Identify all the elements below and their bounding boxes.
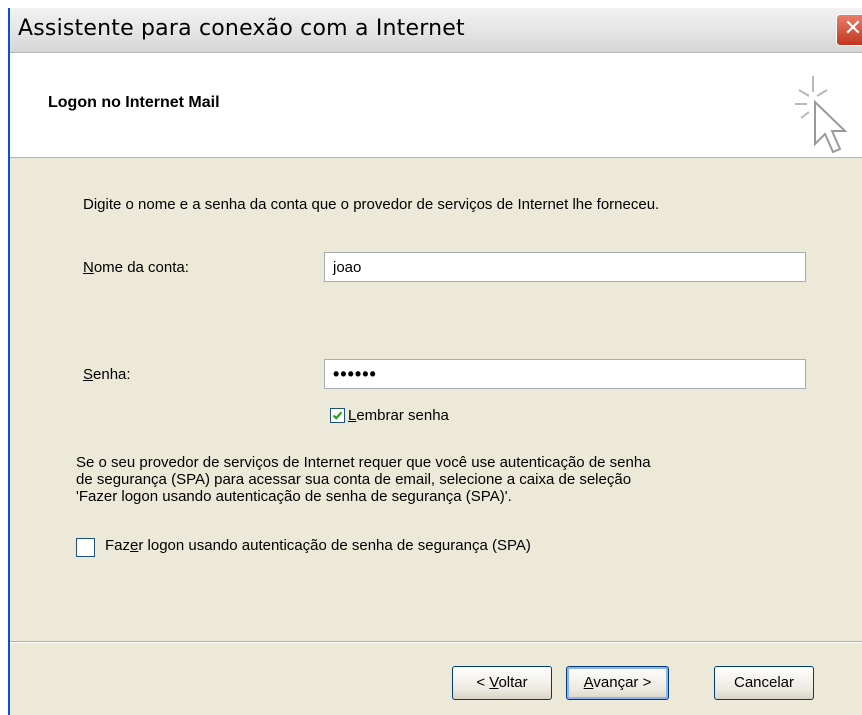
title-bar[interactable]: Assistente para conexão com a Internet ✕	[10, 8, 862, 53]
footer-divider	[10, 641, 862, 643]
page-title: Logon no Internet Mail	[48, 94, 220, 111]
wizard-header: Logon no Internet Mail	[10, 53, 862, 158]
wizard-cursor-icon	[795, 76, 848, 154]
checkmark-icon	[332, 411, 343, 420]
account-name-value: joao	[333, 259, 362, 276]
wizard-window: Assistente para conexão com a Internet ✕…	[8, 8, 862, 715]
password-label: Senha:	[83, 366, 131, 383]
cancel-button[interactable]: Cancelar	[714, 666, 814, 700]
account-name-input[interactable]: joao	[324, 252, 806, 282]
remember-password-label[interactable]: Lembrar senha	[348, 407, 449, 424]
intro-text: Digite o nome e a senha da conta que o p…	[83, 196, 660, 213]
password-value: ••••••	[333, 364, 377, 384]
close-icon: ✕	[843, 16, 862, 41]
spa-checkbox[interactable]	[76, 538, 95, 557]
window-title: Assistente para conexão com a Internet	[18, 16, 465, 41]
close-button[interactable]: ✕	[836, 14, 862, 46]
spa-label[interactable]: Fazer logon usando autenticação de senha…	[105, 537, 531, 554]
remember-password-checkbox[interactable]	[330, 408, 345, 423]
wizard-body: Digite o nome e a senha da conta que o p…	[10, 158, 862, 638]
password-input[interactable]: ••••••	[324, 359, 806, 389]
spa-description: Se o seu provedor de serviços de Interne…	[76, 454, 651, 505]
back-button[interactable]: < Voltar	[452, 666, 552, 700]
account-name-label: Nome da conta:	[83, 259, 189, 276]
next-button[interactable]: Avançar >	[566, 666, 669, 700]
